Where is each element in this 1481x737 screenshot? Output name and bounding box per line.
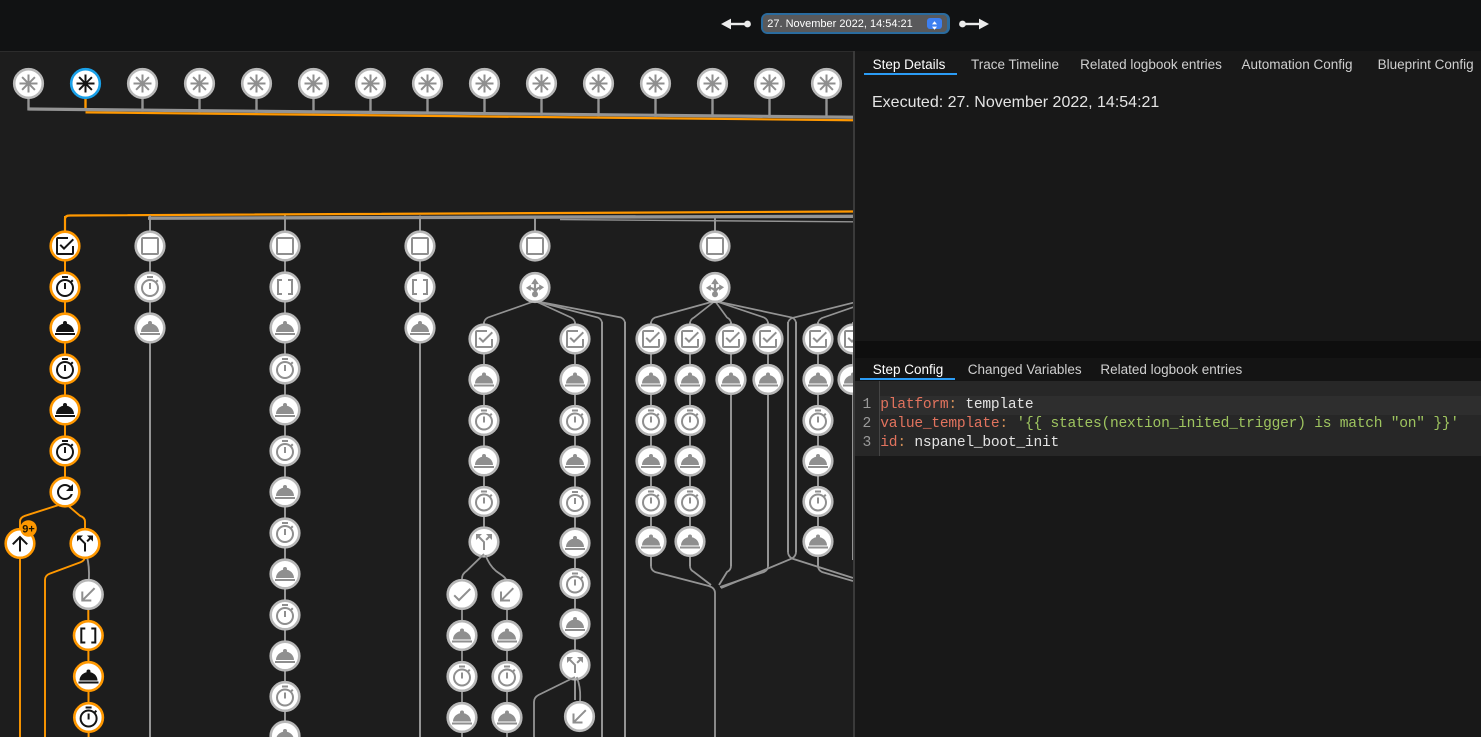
- svg-text:9+: 9+: [22, 524, 35, 536]
